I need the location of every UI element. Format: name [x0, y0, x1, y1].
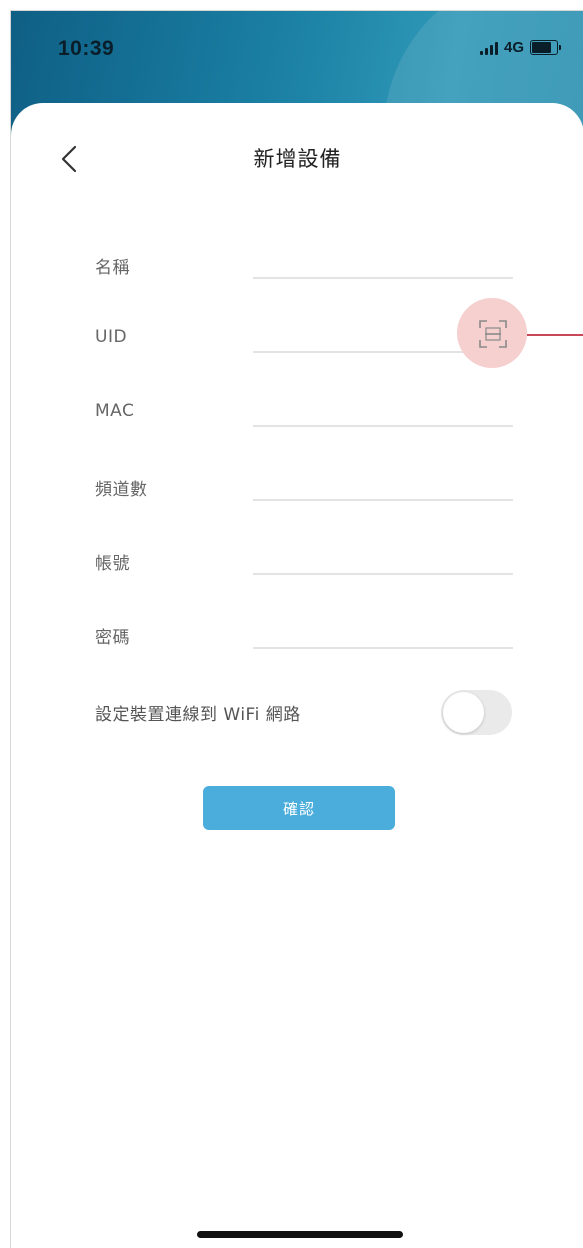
- password-input[interactable]: [253, 615, 513, 649]
- wifi-setting-row: 設定裝置連線到 WiFi 網路: [11, 688, 583, 738]
- confirm-button[interactable]: 確認: [203, 786, 395, 830]
- account-label: 帳號: [95, 554, 130, 574]
- toggle-knob: [443, 692, 484, 733]
- channels-label: 頻道數: [95, 480, 148, 500]
- battery-icon: [530, 40, 561, 55]
- callout-line: [527, 334, 583, 336]
- uid-scan-area: [457, 298, 537, 378]
- navigation-bar: 新增設備: [11, 103, 583, 203]
- status-indicators: 4G: [479, 39, 561, 56]
- name-input[interactable]: [253, 245, 513, 279]
- mac-input[interactable]: [253, 393, 513, 427]
- signal-icon: [479, 41, 498, 55]
- page-title: 新增設備: [253, 147, 342, 171]
- mac-field: MAC: [11, 393, 583, 433]
- mac-label: MAC: [95, 401, 135, 421]
- device-frame: 10:39 4G 新增設備 名稱 UID MAC 頻道數 帳號 密碼 設定裝置連…: [10, 10, 583, 1248]
- status-bar: 10:39 4G: [11, 11, 583, 91]
- form-sheet: 新增設備 名稱 UID MAC 頻道數 帳號 密碼 設定裝置連線到 WiFi 網…: [11, 103, 583, 1248]
- qr-scan-icon: [479, 320, 507, 348]
- wifi-setting-label: 設定裝置連線到 WiFi 網路: [95, 705, 301, 725]
- home-indicator: [197, 1231, 403, 1238]
- password-label: 密碼: [95, 628, 130, 648]
- channels-field: 頻道數: [11, 467, 583, 507]
- network-type: 4G: [503, 39, 524, 56]
- wifi-toggle[interactable]: [441, 690, 512, 735]
- account-input[interactable]: [253, 541, 513, 575]
- uid-label: UID: [95, 327, 128, 347]
- account-field: 帳號: [11, 541, 583, 581]
- name-label: 名稱: [95, 258, 130, 278]
- status-time: 10:39: [58, 37, 115, 60]
- password-field: 密碼: [11, 615, 583, 655]
- channels-input[interactable]: [253, 467, 513, 501]
- name-field: 名稱: [11, 245, 583, 285]
- qr-scan-button[interactable]: [478, 319, 508, 349]
